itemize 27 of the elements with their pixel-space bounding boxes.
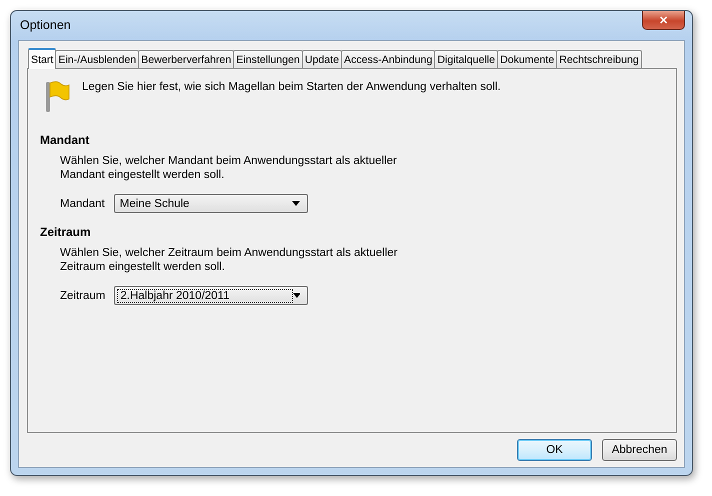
tab[interactable]: Bewerberverfahren: [138, 50, 234, 68]
tab[interactable]: Access-Anbindung: [341, 50, 436, 68]
dialog-button[interactable]: OK: [517, 439, 592, 461]
dropdown[interactable]: 2.Halbjahr 2010/2011: [114, 286, 308, 305]
section-description: Wählen Sie, welcher Zeitraum beim Anwendungsstart als aktueller Zeitraum eingestellt werden soll.: [59, 246, 398, 274]
tab[interactable]: Start: [28, 48, 56, 69]
tab[interactable]: Digitalquelle: [434, 50, 498, 68]
dialog-button[interactable]: Abbrechen: [602, 439, 677, 461]
intro-text: Legen Sie hier fest, wie sich Magellan beim Starten der Anwendung verhalten soll.: [82, 81, 501, 93]
dropdown-value: Meine Schule: [118, 196, 190, 210]
caret-icon: [292, 293, 300, 298]
caret-icon: [292, 201, 300, 206]
tab[interactable]: Einstellungen: [233, 50, 303, 68]
tab[interactable]: Update: [302, 50, 342, 68]
section-heading: Zeitraum: [40, 225, 92, 239]
flag-icon: [44, 79, 70, 113]
tab[interactable]: Rechtschreibung: [556, 50, 642, 68]
field-label: Mandant: [60, 198, 105, 210]
section-description: Wählen Sie, welcher Mandant beim Anwendungsstart als aktueller Mandant eingestellt werden soll.: [59, 154, 398, 182]
section-heading: Mandant: [40, 133, 90, 147]
dropdown-value: 2.Halbjahr 2010/2011: [117, 288, 293, 302]
window-title: Optionen: [19, 18, 71, 32]
dropdown[interactable]: Meine Schule: [114, 194, 308, 213]
close-button[interactable]: ✕: [642, 11, 685, 30]
tab[interactable]: Ein-/Ausblenden: [55, 50, 140, 68]
tab[interactable]: Dokumente: [497, 50, 558, 68]
field-label: Zeitraum: [60, 290, 106, 302]
